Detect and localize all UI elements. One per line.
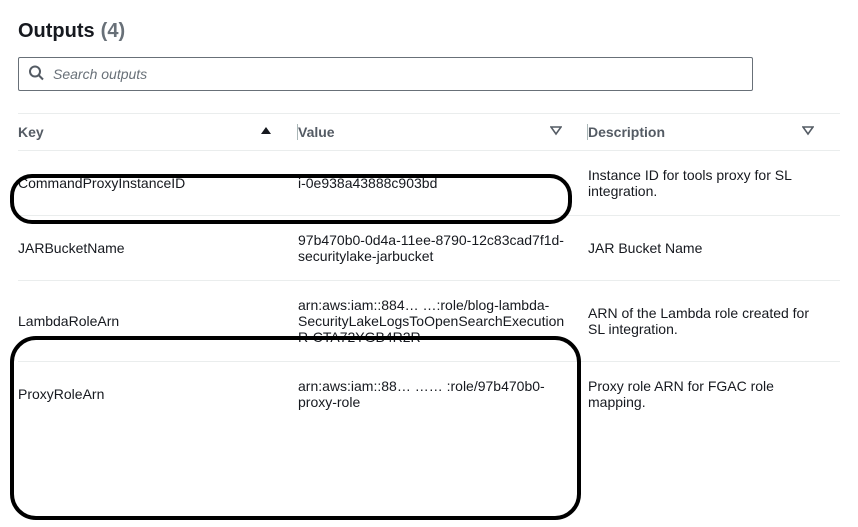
cell-description: JAR Bucket Name [588,216,840,281]
panel-count: (4) [101,20,125,43]
table-row: LambdaRoleArn arn:aws:iam::884… …:role/b… [18,281,840,362]
column-header-description[interactable]: Description [588,114,840,151]
cell-value: arn:aws:iam::88… …… :role/97b470b0-proxy… [298,362,588,427]
column-label: Description [588,124,665,140]
panel-title: Outputs [18,20,95,43]
filter-icon [550,124,562,140]
sort-asc-icon [260,124,272,140]
outputs-table: Key Value Description [18,114,840,426]
column-header-key[interactable]: Key [18,114,298,151]
table-row: CommandProxyInstanceID i-0e938a43888c903… [18,151,840,216]
panel-header: Outputs (4) [18,20,840,43]
search-input[interactable] [18,57,753,91]
cell-key: ProxyRoleArn [18,362,298,427]
column-label: Key [18,124,44,140]
table-row: ProxyRoleArn arn:aws:iam::88… …… :role/9… [18,362,840,427]
cell-key: CommandProxyInstanceID [18,151,298,216]
column-label: Value [298,124,335,140]
cell-value: 97b470b0-0d4a-11ee-8790-12c83cad7f1d-sec… [298,216,588,281]
cell-key: LambdaRoleArn [18,281,298,362]
cell-value: arn:aws:iam::884… …:role/blog-lambda-Sec… [298,281,588,362]
search-container [18,57,840,91]
cell-description: Instance ID for tools proxy for SL integ… [588,151,840,216]
cell-key: JARBucketName [18,216,298,281]
filter-icon [802,124,814,140]
cell-description: Proxy role ARN for FGAC role mapping. [588,362,840,427]
column-header-value[interactable]: Value [298,114,588,151]
table-row: JARBucketName 97b470b0-0d4a-11ee-8790-12… [18,216,840,281]
cell-value: i-0e938a43888c903bd [298,151,588,216]
cell-description: ARN of the Lambda role created for SL in… [588,281,840,362]
